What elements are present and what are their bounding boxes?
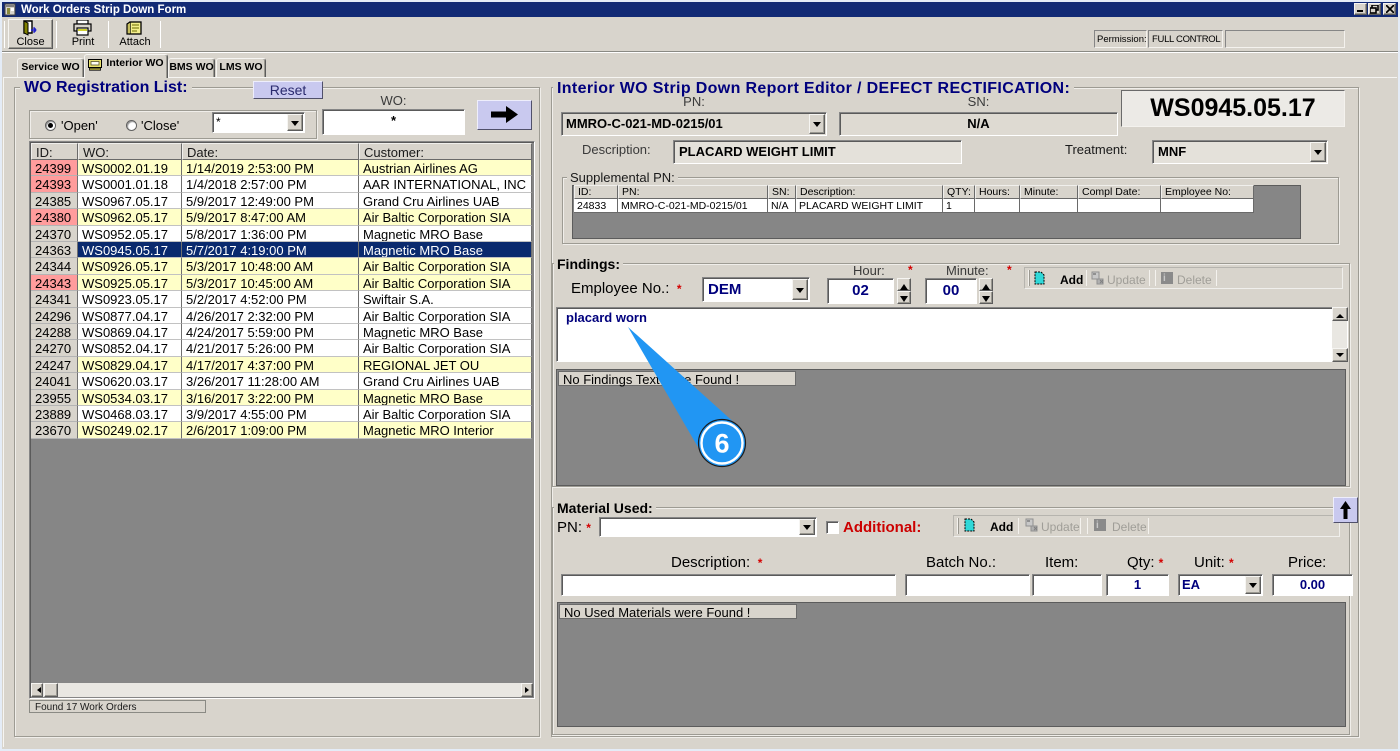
svg-text:6: 6: [714, 429, 729, 459]
